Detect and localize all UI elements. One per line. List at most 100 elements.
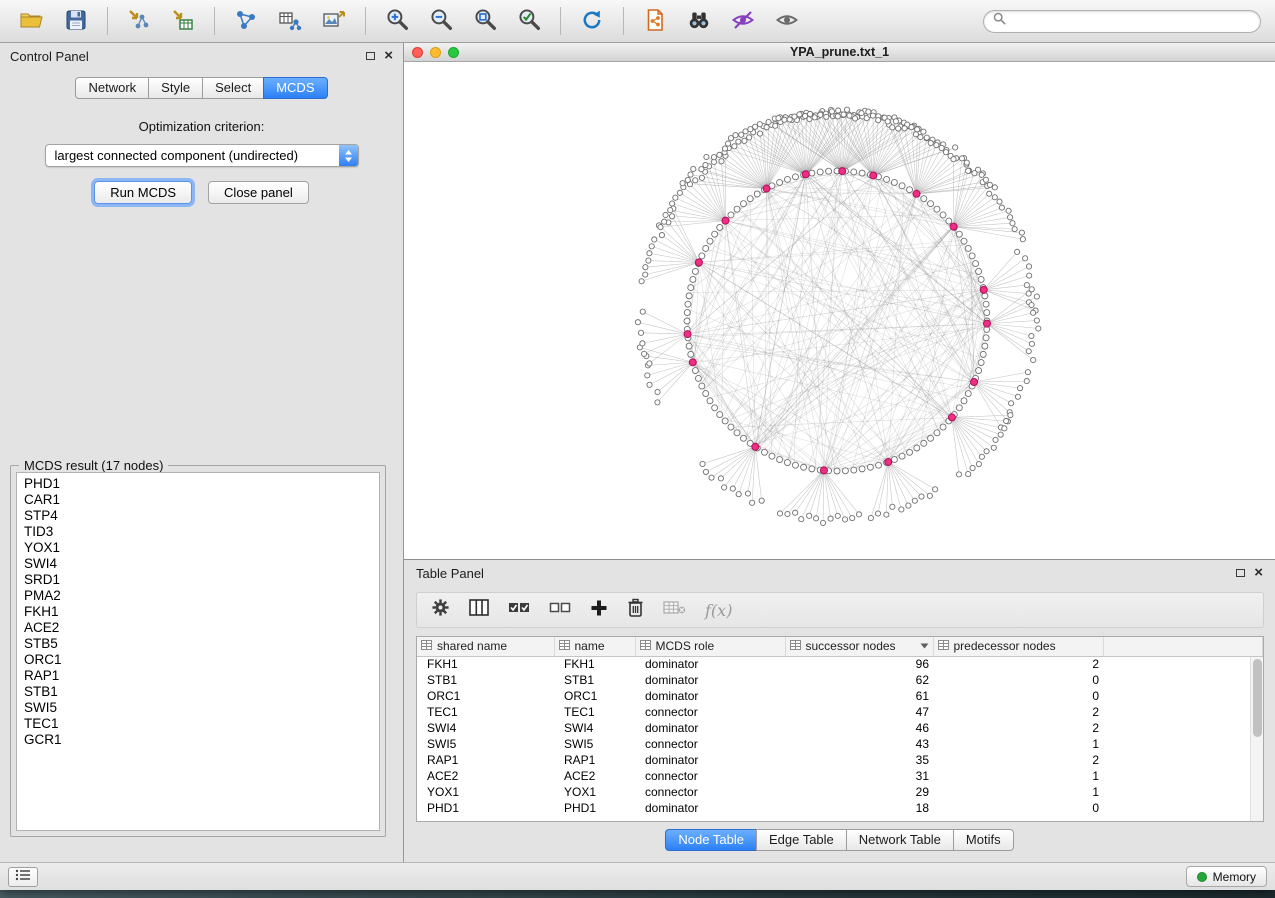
panel-menu-button[interactable] [8,867,38,887]
node-table-container[interactable]: shared name name MCDS role successor nod… [416,636,1264,822]
function-builder-button[interactable]: f(x) [705,601,732,620]
mcds-node-item[interactable]: ACE2 [17,620,379,636]
mcds-node-item[interactable]: STB1 [17,684,379,700]
scrollbar-thumb[interactable] [1253,659,1262,737]
search-input[interactable] [1012,14,1251,28]
new-column-button[interactable] [590,599,608,622]
column-header-successor-nodes[interactable]: successor nodes [785,637,933,656]
hide-selected-button[interactable] [725,4,761,38]
network-window-titlebar[interactable]: YPA_prune.txt_1 [404,43,1275,62]
column-header-name[interactable]: name [554,637,635,656]
open-session-button[interactable] [14,4,50,38]
table-row[interactable]: PHD1PHD1dominator180 [417,800,1263,816]
float-panel-icon[interactable] [366,52,375,60]
table-row[interactable]: TEC1TEC1connector472 [417,704,1263,720]
mcds-node-item[interactable]: SWI4 [17,556,379,572]
table-row[interactable]: YOX1YOX1connector291 [417,784,1263,800]
save-session-button[interactable] [58,4,94,38]
cell-successors: 61 [785,688,933,704]
table-row[interactable]: SWI4SWI4dominator462 [417,720,1263,736]
import-table-button[interactable] [165,4,201,38]
mcds-node-item[interactable]: GCR1 [17,732,379,748]
column-header-predecessor-nodes[interactable]: predecessor nodes [933,637,1103,656]
mcds-node-item[interactable]: STP4 [17,508,379,524]
status-bar: Memory [0,862,1275,890]
table-row[interactable]: SWI5SWI5connector431 [417,736,1263,752]
mcds-node-item[interactable]: TID3 [17,524,379,540]
network-from-table-button[interactable] [272,4,308,38]
maximize-window-icon[interactable] [448,47,459,58]
mcds-node-item[interactable]: CAR1 [17,492,379,508]
import-network-button[interactable] [121,4,157,38]
cell-name: RAP1 [554,752,635,768]
mcds-node-item[interactable]: ORC1 [17,652,379,668]
zoom-in-button[interactable] [379,4,415,38]
close-panel-icon[interactable]: × [384,51,393,61]
close-window-icon[interactable] [412,47,423,58]
cell-name: SWI5 [554,736,635,752]
columns-icon [469,599,489,621]
network-graph[interactable] [404,62,1274,559]
deselect-all-button[interactable] [549,600,571,621]
mcds-node-item[interactable]: STB5 [17,636,379,652]
mcds-result-list[interactable]: PHD1CAR1STP4TID3YOX1SWI4SRD1PMA2FKH1ACE2… [16,472,380,831]
table-row[interactable]: RAP1RAP1dominator352 [417,752,1263,768]
clone-network-button[interactable] [637,4,673,38]
table-row[interactable]: STB1STB1dominator620 [417,672,1263,688]
list-menu-icon [15,869,31,884]
cell-role: dominator [635,672,785,688]
select-all-button[interactable] [508,600,530,621]
toolbar-separator [214,7,215,35]
close-table-panel-icon[interactable]: × [1254,568,1263,578]
column-header-shared-name[interactable]: shared name [417,637,554,656]
tab-network-table[interactable]: Network Table [846,829,954,851]
tab-node-table[interactable]: Node Table [665,829,757,851]
mcds-node-item[interactable]: SRD1 [17,572,379,588]
show-all-button[interactable] [769,4,805,38]
mcds-node-item[interactable]: SWI5 [17,700,379,716]
close-panel-button[interactable]: Close panel [208,181,309,204]
minimize-window-icon[interactable] [430,47,441,58]
table-panel-header: Table Panel × [404,560,1275,586]
table-options-button[interactable] [431,598,450,622]
tab-style[interactable]: Style [148,77,203,99]
export-image-button[interactable] [316,4,352,38]
table-row[interactable]: ACE2ACE2connector311 [417,768,1263,784]
tab-motifs[interactable]: Motifs [953,829,1014,851]
tab-network[interactable]: Network [75,77,149,99]
network-window-title: YPA_prune.txt_1 [790,45,889,59]
table-row[interactable]: FKH1FKH1dominator962 [417,656,1263,672]
memory-button[interactable]: Memory [1186,866,1267,887]
show-columns-button[interactable] [469,599,489,621]
zoom-selected-button[interactable] [511,4,547,38]
mcds-node-item[interactable]: PMA2 [17,588,379,604]
control-panel-header: Control Panel × [0,43,403,69]
cell-successors: 43 [785,736,933,752]
delete-column-button[interactable] [627,598,644,622]
tab-mcds[interactable]: MCDS [263,77,327,99]
float-table-panel-icon[interactable] [1236,569,1245,577]
criterion-dropdown[interactable]: largest connected component (undirected) [45,144,359,167]
mcds-node-item[interactable]: FKH1 [17,604,379,620]
tab-select[interactable]: Select [202,77,264,99]
table-row[interactable]: ORC1ORC1dominator610 [417,688,1263,704]
new-network-button[interactable] [228,4,264,38]
cell-successors: 29 [785,784,933,800]
tab-edge-table[interactable]: Edge Table [756,829,847,851]
mcds-node-item[interactable]: RAP1 [17,668,379,684]
zoom-out-button[interactable] [423,4,459,38]
column-header-mcds-role[interactable]: MCDS role [635,637,785,656]
mcds-node-item[interactable]: PHD1 [17,476,379,492]
network-canvas[interactable] [404,62,1275,559]
mcds-result-title: MCDS result (17 nodes) [19,458,168,473]
zoom-fit-button[interactable] [467,4,503,38]
find-button[interactable] [681,4,717,38]
refresh-layout-button[interactable] [574,4,610,38]
cell-predecessors: 0 [933,688,1103,704]
zoom-in-icon [384,7,411,35]
table-scrollbar[interactable] [1250,657,1263,821]
mcds-node-item[interactable]: YOX1 [17,540,379,556]
run-mcds-button[interactable]: Run MCDS [94,181,192,204]
mcds-node-item[interactable]: TEC1 [17,716,379,732]
search-box[interactable] [983,10,1261,33]
